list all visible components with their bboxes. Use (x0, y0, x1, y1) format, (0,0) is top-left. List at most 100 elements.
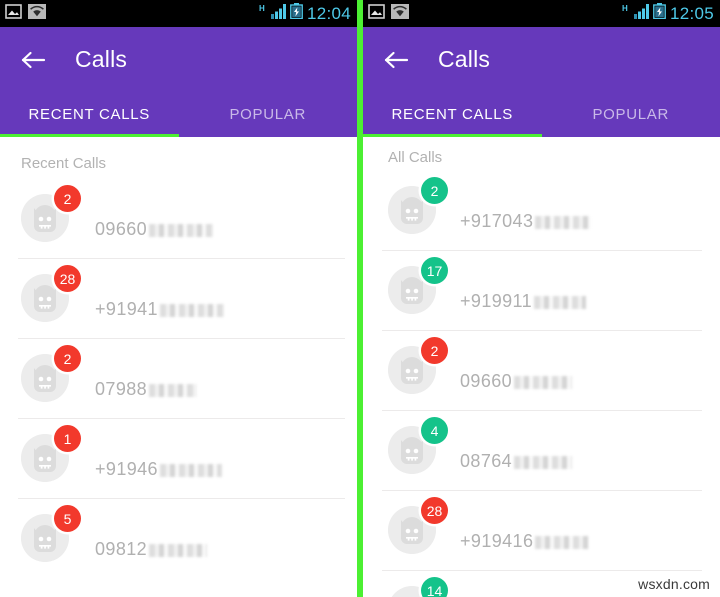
call-list-left[interactable]: Recent Calls 2 09660 28 +91941 2 07988 1 +91946… (0, 137, 357, 597)
avatar-wrap: 2 (21, 185, 81, 242)
page-title: Calls (438, 46, 491, 72)
status-bar-left-icons (5, 3, 46, 25)
phone-screenshot-left: H 12:04 Calls RECENT CALLS POPULAR Recen… (0, 0, 357, 597)
call-count-badge: 4 (421, 417, 448, 444)
call-row[interactable]: 28 +91941 (0, 258, 357, 338)
phone-number-visible: +919416 (460, 531, 534, 551)
app-bar-top-left: Calls (0, 27, 357, 92)
call-row[interactable]: 28 +919416 (363, 490, 720, 570)
wifi-icon (391, 3, 409, 25)
call-count-badge: 2 (421, 337, 448, 364)
avatar-wrap: 2 (388, 177, 448, 234)
section-header: All Calls (388, 149, 443, 166)
phone-number: 09660 (460, 371, 573, 391)
tab-bar-left: RECENT CALLS POPULAR (0, 92, 357, 137)
phone-number-redacted (535, 216, 592, 229)
call-row[interactable]: 2 +917043 (363, 170, 720, 250)
status-bar-right-left-icons (368, 3, 409, 25)
phone-number-visible: +919911 (460, 291, 533, 311)
call-row[interactable]: 1 +91946 (0, 418, 357, 498)
network-h-icon: H (259, 3, 267, 25)
app-bar-right: Calls RECENT CALLS POPULAR (363, 27, 720, 137)
avatar-wrap: 28 (21, 265, 81, 322)
phone-number: +91946 (95, 460, 222, 478)
network-h-icon: H (622, 3, 630, 25)
phone-number: 08764 (460, 452, 573, 470)
status-bar-right: H 12:05 (363, 0, 720, 27)
status-bar-right-icons: H 12:04 (259, 3, 351, 25)
svg-text:H: H (622, 4, 628, 13)
call-rows-right: 2 +917043 17 +919911 2 09660 4 08764 28 +919416 14 (363, 170, 720, 597)
avatar-wrap: 1 (21, 425, 81, 482)
signal-bars-icon (270, 3, 286, 24)
avatar-wrap: 5 (21, 505, 81, 562)
phone-number-visible: 09812 (95, 539, 148, 559)
phone-number-visible: +91941 (95, 299, 158, 319)
call-count-badge: 17 (421, 257, 448, 284)
back-arrow-icon[interactable] (381, 45, 411, 75)
phone-number-redacted (514, 456, 573, 469)
phone-screenshot-right: H 12:05 Calls RECENT CALLS POPULAR All C… (363, 0, 720, 597)
phone-number-redacted (514, 376, 573, 389)
back-arrow-icon[interactable] (18, 45, 48, 75)
status-bar-clock: 12:04 (306, 3, 351, 23)
tab-recent-calls[interactable]: RECENT CALLS (363, 92, 542, 137)
avatar-wrap: 28 (388, 497, 448, 554)
phone-number-visible: 09660 (95, 219, 148, 239)
phone-number-redacted (534, 296, 587, 309)
app-bar-left: Calls RECENT CALLS POPULAR (0, 27, 357, 137)
status-bar-left: H 12:04 (0, 0, 357, 27)
call-count-badge: 2 (421, 177, 448, 204)
app-bar-top-right: Calls (363, 27, 720, 92)
tab-recent-calls[interactable]: RECENT CALLS (0, 92, 179, 137)
battery-charging-icon (290, 3, 303, 24)
avatar-wrap: 2 (21, 345, 81, 402)
status-bar-clock: 12:05 (669, 3, 714, 23)
call-row[interactable]: 2 09660 (363, 330, 720, 410)
call-row[interactable]: 4 08764 (363, 410, 720, 490)
phone-number-redacted (149, 544, 208, 557)
avatar-wrap: 2 (388, 337, 448, 394)
call-row[interactable]: 17 +919911 (363, 250, 720, 330)
avatar-wrap: 14 (388, 577, 448, 597)
call-count-badge: 2 (54, 185, 81, 212)
phone-number-visible: 09660 (460, 371, 513, 391)
call-row[interactable]: 2 09660 (0, 178, 357, 258)
call-count-badge: 2 (54, 345, 81, 372)
tab-popular[interactable]: POPULAR (179, 92, 358, 137)
avatar-wrap: 17 (388, 257, 448, 314)
call-count-badge: 5 (54, 505, 81, 532)
call-count-badge: 14 (421, 577, 448, 597)
phone-number: 09660 (95, 219, 214, 239)
phone-number: 09812 (95, 539, 208, 559)
watermark: wsxdn.com (634, 575, 714, 593)
tab-bar-right: RECENT CALLS POPULAR (363, 92, 720, 137)
phone-number-visible: 07988 (95, 379, 148, 399)
tab-recent-calls-label: RECENT CALLS (391, 106, 513, 123)
phone-number-redacted (535, 536, 590, 549)
wifi-icon (28, 3, 46, 25)
call-row[interactable]: 2 07988 (0, 338, 357, 418)
image-icon (368, 3, 385, 25)
signal-bars-icon (633, 3, 649, 24)
call-count-badge: 28 (421, 497, 448, 524)
call-list-right[interactable]: All Calls 2 +917043 17 +919911 2 09660 4 08764 2… (363, 137, 720, 597)
phone-number: +919911 (460, 291, 587, 311)
phone-number: +919416 (460, 531, 590, 551)
call-count-badge: 28 (54, 265, 81, 292)
status-bar-right-right-icons: H 12:05 (622, 3, 714, 25)
tab-popular[interactable]: POPULAR (542, 92, 720, 137)
phone-number-redacted (149, 224, 214, 237)
svg-text:H: H (259, 4, 265, 13)
phone-number-redacted (159, 304, 224, 317)
call-rows-left: 2 09660 28 +91941 2 07988 1 +91946 5 09812 (0, 178, 357, 578)
call-count-badge: 1 (54, 425, 81, 452)
tab-popular-label: POPULAR (229, 106, 307, 123)
call-row[interactable]: 5 09812 (0, 498, 357, 578)
battery-charging-icon (653, 3, 666, 24)
phone-number: +91941 (95, 300, 224, 318)
phone-number-redacted (159, 464, 222, 477)
phone-number: +917043 (460, 212, 592, 230)
section-header: Recent Calls (21, 155, 107, 172)
tab-popular-label: POPULAR (592, 106, 670, 123)
